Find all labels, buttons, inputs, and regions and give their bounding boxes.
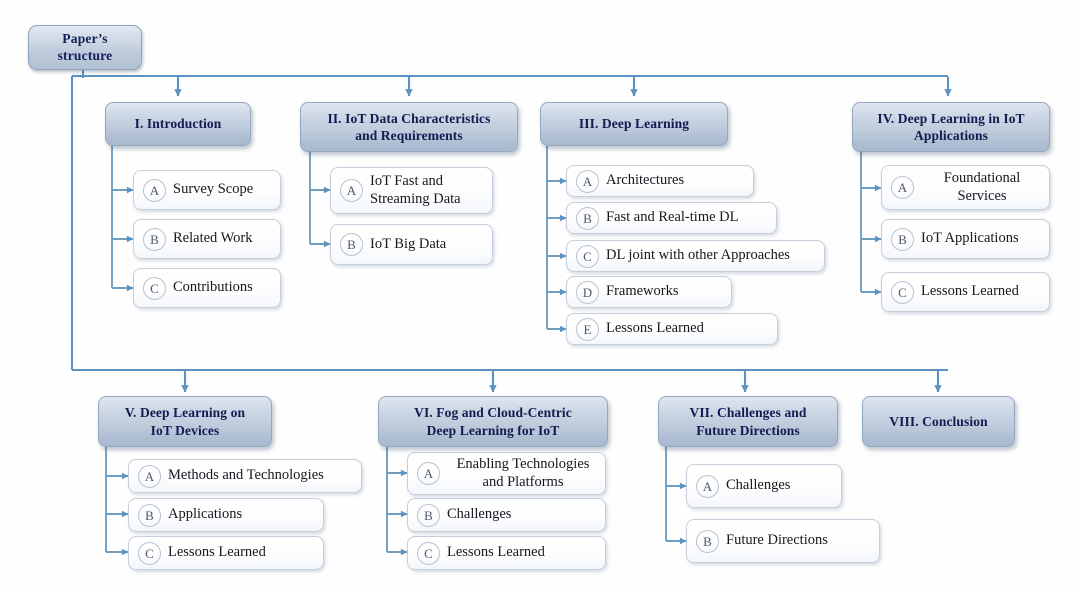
item-iii-c[interactable]: C DL joint with other Approaches	[566, 240, 825, 272]
item-vii-a[interactable]: A Challenges	[686, 464, 842, 508]
section-header-iv[interactable]: IV. Deep Learning in IoT Applications	[852, 102, 1050, 152]
item-letter-icon: C	[143, 276, 166, 300]
item-label: Fast and Real-time DL	[606, 209, 739, 226]
section-title-iv: IV. Deep Learning in IoT Applications	[877, 110, 1025, 143]
item-label: Foundational Services	[943, 170, 1021, 204]
section-header-viii[interactable]: VIII. Conclusion	[862, 396, 1015, 447]
item-i-b[interactable]: B Related Work	[133, 219, 281, 259]
section-title-vi: VI. Fog and Cloud-Centric Deep Learning …	[414, 405, 572, 438]
item-label: Future Directions	[726, 532, 828, 549]
item-letter-icon: B	[340, 233, 363, 256]
item-letter-icon: A	[143, 178, 166, 202]
item-iv-b[interactable]: B IoT Applications	[881, 219, 1050, 259]
section-title-i: I. Introduction	[134, 116, 222, 132]
item-label: Enabling Technologies and Platforms	[456, 456, 590, 490]
item-letter-icon: B	[696, 529, 719, 553]
item-vi-a[interactable]: A Enabling Technologies and Platforms	[407, 452, 606, 495]
item-vii-b[interactable]: B Future Directions	[686, 519, 880, 563]
section-title-viii: VIII. Conclusion	[889, 413, 988, 429]
item-letter-icon: A	[576, 169, 599, 193]
item-letter-icon: C	[138, 541, 161, 565]
item-label: Lessons Learned	[606, 320, 704, 337]
section-header-ii[interactable]: II. IoT Data Characteristics and Require…	[300, 102, 518, 152]
item-letter-icon: B	[138, 503, 161, 527]
item-vi-b[interactable]: B Challenges	[407, 498, 606, 532]
section-header-v[interactable]: V. Deep Learning on IoT Devices	[98, 396, 272, 447]
item-iv-c[interactable]: C Lessons Learned	[881, 272, 1050, 312]
item-letter-icon: B	[143, 227, 166, 251]
item-label: Architectures	[606, 172, 685, 189]
item-vi-c[interactable]: C Lessons Learned	[407, 536, 606, 570]
section-title-ii: II. IoT Data Characteristics and Require…	[327, 110, 491, 143]
item-letter-icon: A	[138, 464, 161, 488]
item-letter-icon: A	[340, 179, 363, 202]
section-header-iii[interactable]: III. Deep Learning	[540, 102, 728, 146]
item-iii-e[interactable]: E Lessons Learned	[566, 313, 778, 345]
item-iv-a[interactable]: A Foundational Services	[881, 165, 1050, 210]
section-title-v: V. Deep Learning on IoT Devices	[124, 405, 246, 438]
item-ii-a[interactable]: A IoT Fast and Streaming Data	[330, 167, 493, 214]
item-label: Lessons Learned	[168, 544, 266, 561]
item-letter-icon: B	[891, 227, 914, 251]
item-label: Lessons Learned	[447, 544, 545, 561]
item-letter-icon: A	[417, 462, 440, 485]
section-header-i[interactable]: I. Introduction	[105, 102, 251, 146]
item-label: Challenges	[447, 506, 512, 523]
item-letter-icon: C	[891, 280, 914, 304]
item-iii-b[interactable]: B Fast and Real-time DL	[566, 202, 777, 234]
item-letter-icon: A	[891, 176, 914, 199]
item-v-b[interactable]: B Applications	[128, 498, 324, 532]
item-letter-icon: B	[576, 206, 599, 230]
item-iii-a[interactable]: A Architectures	[566, 165, 754, 197]
item-i-a[interactable]: A Survey Scope	[133, 170, 281, 210]
section-header-vii[interactable]: VII. Challenges and Future Directions	[658, 396, 838, 447]
item-label: Lessons Learned	[921, 283, 1019, 300]
item-letter-icon: D	[576, 280, 599, 304]
root-node-label: Paper’s structure	[57, 30, 113, 63]
section-title-iii: III. Deep Learning	[578, 116, 690, 132]
item-letter-icon: A	[696, 474, 719, 498]
item-iii-d[interactable]: D Frameworks	[566, 276, 732, 308]
item-label: IoT Applications	[921, 230, 1019, 247]
item-ii-b[interactable]: B IoT Big Data	[330, 224, 493, 265]
item-label: IoT Big Data	[370, 235, 447, 252]
root-node-papers-structure[interactable]: Paper’s structure	[28, 25, 142, 70]
item-label: Methods and Technologies	[168, 467, 324, 484]
flowchart-canvas: Paper’s structure I. Introduction A Surv…	[0, 0, 1080, 589]
item-letter-icon: C	[417, 541, 440, 565]
item-v-a[interactable]: A Methods and Technologies	[128, 459, 362, 493]
item-label: Challenges	[726, 477, 791, 494]
item-label: DL joint with other Approaches	[606, 247, 790, 264]
section-header-vi[interactable]: VI. Fog and Cloud-Centric Deep Learning …	[378, 396, 608, 447]
item-label: IoT Fast and Streaming Data	[370, 173, 461, 207]
item-i-c[interactable]: C Contributions	[133, 268, 281, 308]
item-label: Applications	[168, 506, 243, 523]
item-letter-icon: B	[417, 503, 440, 527]
item-label: Related Work	[173, 230, 253, 247]
section-title-vii: VII. Challenges and Future Directions	[689, 405, 807, 438]
item-label: Frameworks	[606, 283, 679, 300]
item-label: Contributions	[173, 279, 253, 296]
item-letter-icon: C	[576, 244, 599, 268]
item-label: Survey Scope	[173, 181, 254, 198]
item-v-c[interactable]: C Lessons Learned	[128, 536, 324, 570]
item-letter-icon: E	[576, 317, 599, 341]
